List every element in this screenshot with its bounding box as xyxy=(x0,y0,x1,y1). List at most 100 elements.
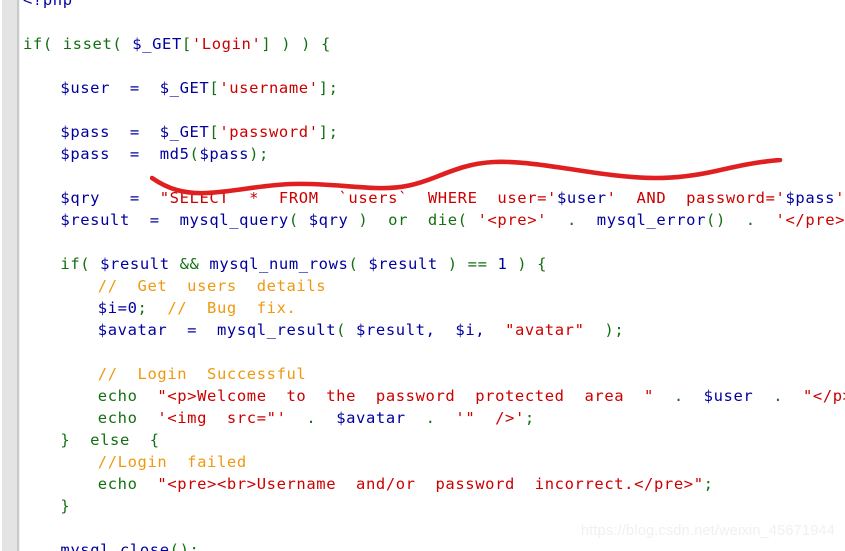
code-token-kw: [ xyxy=(181,35,192,53)
code-token-str: 'Login' xyxy=(191,35,262,53)
code-line: $result = mysql_query( $qry ) or die( '<… xyxy=(60,209,845,231)
code-token-kw: echo xyxy=(97,409,158,427)
code-line: } xyxy=(60,495,70,517)
code-token-kw: ( xyxy=(288,211,309,229)
code-token-tag: <?php xyxy=(23,0,73,9)
code-token-str: "<p>Welcome to the password protected ar… xyxy=(157,387,654,405)
gutter-band xyxy=(2,0,17,551)
code-token-kw: ( xyxy=(348,255,369,273)
code-screenshot: <?php if( isset( $_GET['Login'] ) ) { $u… xyxy=(0,0,845,551)
code-token-kw: ]; xyxy=(318,123,339,141)
code-token-var: $result xyxy=(368,255,438,273)
code-line: if( $result && mysql_num_rows( $result )… xyxy=(60,253,547,275)
code-line: $user = $_GET['username']; xyxy=(60,77,338,99)
code-token-str: "<pre><br>Username and/or password incor… xyxy=(157,475,704,493)
code-token-kw: [ xyxy=(209,123,220,141)
code-token-var: $i, xyxy=(455,321,486,339)
code-token-var: $qry = xyxy=(60,189,160,207)
code-token-str: ';" xyxy=(835,189,845,207)
code-token-var: mysql_close xyxy=(60,541,170,551)
code-token-var: $i=0 xyxy=(97,299,138,317)
code-token-var: $qry xyxy=(308,211,349,229)
code-token-kw: [ xyxy=(209,79,220,97)
code-token-com: // Login Successful xyxy=(97,365,307,383)
code-line: echo '<img src="' . $avatar . '" />'; xyxy=(98,407,535,429)
code-token-kw: echo xyxy=(97,387,158,405)
code-token-var: $pass = md5 xyxy=(60,145,190,163)
code-token-var: $result xyxy=(100,255,170,273)
code-token-kw: echo xyxy=(97,475,158,493)
code-token-kw: if( isset( xyxy=(23,35,133,53)
code-token-var: mysql_num_rows xyxy=(209,255,349,273)
code-token-var: mysql_error xyxy=(596,211,707,229)
code-token-com: //Login failed xyxy=(97,453,247,471)
code-line: $avatar = mysql_result( $result, $i, "av… xyxy=(98,319,624,341)
code-token-kw: ) or die( xyxy=(348,211,478,229)
code-token-var: $result, xyxy=(356,321,436,339)
code-token-kw: } xyxy=(60,497,71,515)
gutter-divider-highlight xyxy=(19,0,20,551)
code-token-var: $result = mysql_query xyxy=(60,211,289,229)
code-line: $qry = "SELECT * FROM `users` WHERE user… xyxy=(60,187,845,209)
code-line: $pass = $_GET['password']; xyxy=(60,121,338,143)
code-token-var: $_GET xyxy=(132,35,182,53)
code-line: mysql_close(); xyxy=(60,539,199,551)
code-token-kw: ); xyxy=(249,145,269,163)
code-token-kw: ; xyxy=(524,409,535,427)
code-line: //Login failed xyxy=(98,451,247,473)
code-token-str: "SELECT * FROM `users` WHERE user=' xyxy=(159,189,557,207)
code-token-kw: . xyxy=(405,409,456,427)
code-token-var: $avatar = mysql_result xyxy=(97,321,337,339)
code-token-str: '<pre>' xyxy=(477,211,548,229)
code-token-kw: ; xyxy=(703,475,714,493)
code-token-str: "avatar" xyxy=(505,321,585,339)
code-token-kw: ; xyxy=(137,299,168,317)
code-token-kw: () . xyxy=(706,211,776,229)
code-token-str: '<img src="' xyxy=(157,409,287,427)
code-token-kw: if( xyxy=(60,255,101,273)
code-token-var: $user = $_GET xyxy=(60,79,210,97)
code-token-var: $user xyxy=(557,189,607,207)
code-token-com: // Get users details xyxy=(97,277,327,295)
code-token-kw: ) { xyxy=(507,255,548,273)
code-line: // Get users details xyxy=(98,275,326,297)
code-line: <?php xyxy=(23,0,73,11)
code-token-kw: } else { xyxy=(60,431,160,449)
code-token-kw: . xyxy=(547,211,597,229)
code-token-str: '</pre>' xyxy=(775,211,845,229)
code-line: $i=0; // Bug fix. xyxy=(98,297,297,319)
code-token-var: 1 xyxy=(497,255,508,273)
code-token-kw xyxy=(436,321,456,339)
code-token-kw: ] ) ) { xyxy=(261,35,331,53)
code-line: // Login Successful xyxy=(98,363,307,385)
code-token-var: $pass = $_GET xyxy=(60,123,210,141)
code-line: $pass = md5($pass); xyxy=(60,143,269,165)
code-line: echo "<pre><br>Username and/or password … xyxy=(98,473,714,495)
code-token-kw: ( xyxy=(336,321,357,339)
code-token-com: // Bug fix. xyxy=(167,299,297,317)
code-token-str: "</p>" xyxy=(803,387,845,405)
code-token-kw: . xyxy=(286,409,337,427)
code-token-kw: && xyxy=(169,255,210,273)
editor-gutter xyxy=(0,0,22,551)
code-token-kw: ) == xyxy=(437,255,498,273)
code-token-kw: . xyxy=(653,387,704,405)
code-token-str: ' AND password=' xyxy=(606,189,786,207)
code-line: echo "<p>Welcome to the password protect… xyxy=(98,385,845,407)
code-token-var: $pass xyxy=(785,189,836,207)
code-token-str: 'password' xyxy=(219,123,319,141)
code-listing[interactable]: <?php if( isset( $_GET['Login'] ) ) { $u… xyxy=(22,0,845,551)
code-token-var: $avatar xyxy=(336,409,406,427)
code-token-kw xyxy=(485,321,505,339)
code-line: } else { xyxy=(60,429,159,451)
code-token-var: $pass xyxy=(199,145,250,163)
code-token-kw: (); xyxy=(169,541,200,551)
code-token-kw: ( xyxy=(189,145,200,163)
